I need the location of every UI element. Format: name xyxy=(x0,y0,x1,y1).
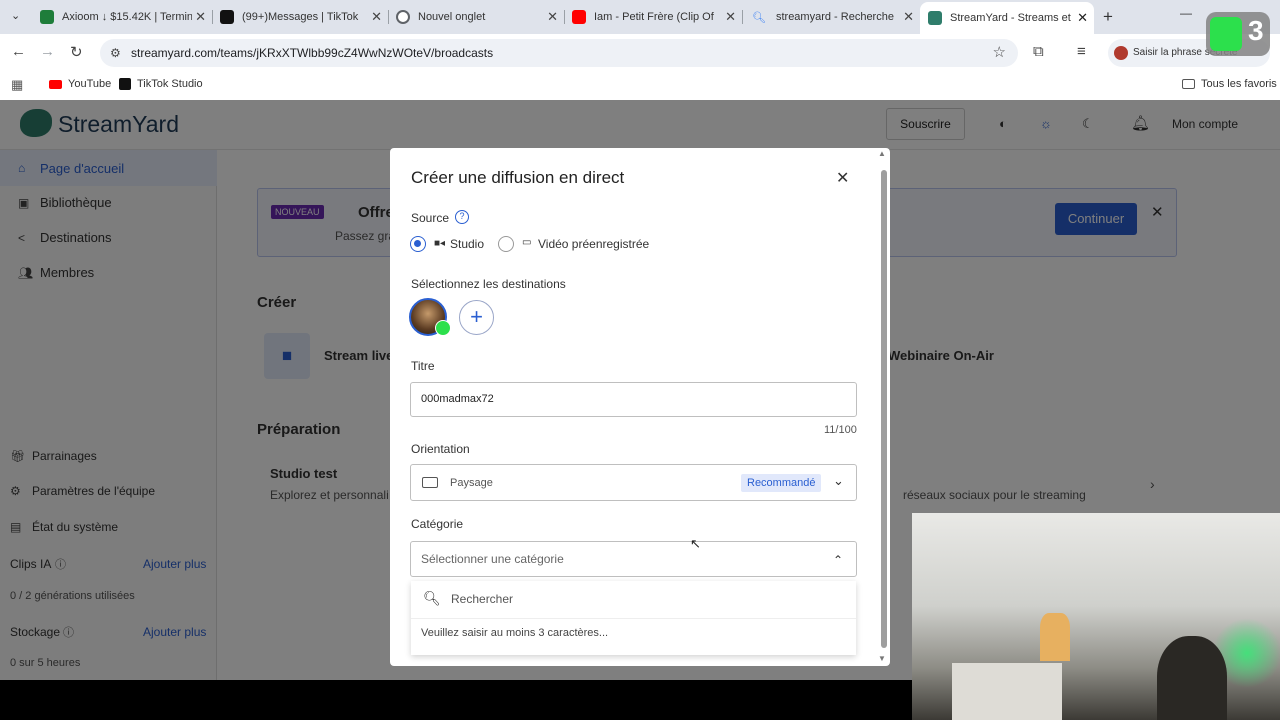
close-tab-icon[interactable]: ✕ xyxy=(1077,10,1088,26)
tab-search-streamyard[interactable]: 🔍︎ streamyard - Recherche ✕ xyxy=(744,4,920,30)
youtube-icon xyxy=(49,79,62,89)
tab-title: streamyard - Recherche xyxy=(775,11,894,23)
tiktok-favicon-icon xyxy=(220,10,234,24)
category-placeholder: Sélectionner une catégorie xyxy=(421,552,564,566)
title-input[interactable]: 000madmax72 xyxy=(410,382,857,417)
category-label: Catégorie xyxy=(411,517,464,531)
divider xyxy=(411,618,856,619)
recommended-badge: Recommandé xyxy=(741,474,822,492)
title-label: Titre xyxy=(411,359,435,373)
bookmark-tiktok-studio[interactable]: TikTok Studio xyxy=(119,78,203,90)
browser-toolbar: ← → ↻ ⚙ streamyard.com/teams/jKRxXTWlbb9… xyxy=(0,34,1280,72)
browser-tab-bar: ⌄ Axioom ↓ $15.42K | Termin ✕ (99+)Messa… xyxy=(0,0,1280,56)
tiktok-icon xyxy=(119,78,131,90)
chevron-down-icon: ⌄ xyxy=(833,473,844,488)
reload-icon[interactable]: ↻ xyxy=(70,43,83,61)
chevron-up-icon: ⌃ xyxy=(833,553,844,567)
close-tab-icon[interactable]: ✕ xyxy=(547,9,558,25)
back-arrow-icon[interactable]: ← xyxy=(11,43,26,60)
bookmark-label: YouTube xyxy=(68,78,112,90)
all-bookmarks-label: Tous les favoris xyxy=(1201,78,1277,90)
site-settings-icon[interactable]: ⚙ xyxy=(110,39,121,67)
tab-tiktok[interactable]: (99+)Messages | TikTok ✕ xyxy=(212,4,388,30)
dialog-title: Créer une diffusion en direct xyxy=(411,168,625,187)
streamyard-favicon-icon xyxy=(928,11,942,25)
close-tab-icon[interactable]: ✕ xyxy=(371,9,382,25)
extensions-icon[interactable]: ⧉ xyxy=(1033,43,1044,60)
overlay-k-badge: 3 xyxy=(1206,12,1270,56)
category-dropdown: 🔍︎ Rechercher Veuillez saisir au moins 3… xyxy=(411,581,856,655)
minimize-window-icon[interactable]: — xyxy=(1180,6,1192,20)
bookmarks-bar: ▦ YouTube TikTok Studio Tous les favoris xyxy=(0,72,1280,100)
orientation-value: Paysage xyxy=(450,477,493,489)
close-tab-icon[interactable]: ✕ xyxy=(903,9,914,25)
mouse-cursor-icon: ↖ xyxy=(690,536,701,551)
tab-youtube-iam[interactable]: Iam - Petit Frère (Clip Offic ✕ xyxy=(564,4,742,30)
destination-avatar[interactable] xyxy=(409,298,451,336)
help-circle-icon[interactable]: ? xyxy=(455,210,469,224)
create-broadcast-dialog: Créer une diffusion en direct ✕ Source ?… xyxy=(390,148,890,666)
address-url: streamyard.com/teams/jKRxXTWlbb99cZ4WwNz… xyxy=(131,46,494,60)
overlay-badge-number: 3 xyxy=(1248,15,1264,46)
source-studio-label[interactable]: Studio xyxy=(450,237,484,251)
bookmark-label: TikTok Studio xyxy=(137,78,203,90)
landscape-icon xyxy=(422,477,438,488)
destinations-label: Sélectionnez les destinations xyxy=(411,277,566,291)
source-label: Source xyxy=(411,211,450,225)
address-bar[interactable]: ⚙ streamyard.com/teams/jKRxXTWlbb99cZ4Ww… xyxy=(100,39,1018,67)
add-destination-button[interactable]: + xyxy=(459,300,494,335)
close-tab-icon[interactable]: ✕ xyxy=(195,9,206,25)
category-search-input[interactable]: Rechercher xyxy=(451,592,513,606)
tab-new-tab[interactable]: Nouvel onglet ✕ xyxy=(388,4,564,30)
all-bookmarks[interactable]: Tous les favoris xyxy=(1182,78,1277,90)
k-badge-icon xyxy=(435,320,451,336)
tab-title: StreamYard - Streams et er xyxy=(950,12,1072,24)
webcam-lamp xyxy=(1040,613,1070,661)
search-favicon-icon: 🔍︎ xyxy=(752,11,766,24)
avatar xyxy=(1114,46,1128,60)
tab-title: Nouvel onglet xyxy=(418,11,486,23)
source-prerecorded-label[interactable]: Vidéo préenregistrée xyxy=(538,237,649,251)
axioom-favicon-icon xyxy=(40,10,54,24)
dialog-scrollbar[interactable] xyxy=(881,170,887,648)
youtube-favicon-icon xyxy=(572,10,586,24)
tab-title: (99+)Messages | TikTok xyxy=(242,11,359,23)
close-dialog-icon[interactable]: ✕ xyxy=(836,168,849,188)
tab-axioom[interactable]: Axioom ↓ $15.42K | Termin ✕ xyxy=(32,4,212,30)
webcam-person xyxy=(1157,636,1227,720)
category-select[interactable]: Sélectionner une catégorie ⌃ xyxy=(410,541,857,577)
webcam-box xyxy=(952,663,1062,720)
new-tab-plus-icon[interactable]: + xyxy=(1103,7,1113,27)
search-hint: Veuillez saisir au moins 3 caractères... xyxy=(421,627,609,639)
close-tab-icon[interactable]: ✕ xyxy=(725,9,736,25)
tab-streamyard-active[interactable]: StreamYard - Streams et er ✕ xyxy=(920,2,1094,34)
tab-list-chevron-icon[interactable]: ⌄ xyxy=(11,9,20,22)
source-studio-radio[interactable] xyxy=(410,236,426,252)
film-icon: ▭ xyxy=(522,237,532,248)
video-camera-icon: ■◂ xyxy=(434,238,446,249)
globe-favicon-icon xyxy=(396,10,410,24)
reading-list-icon[interactable]: ≡ xyxy=(1077,43,1086,60)
bookmark-star-icon[interactable]: ☆ xyxy=(993,39,1006,67)
orientation-label: Orientation xyxy=(411,442,470,456)
tab-title: Axioom ↓ $15.42K | Termin xyxy=(62,11,192,23)
orientation-select[interactable]: Paysage Recommandé ⌄ xyxy=(410,464,857,501)
title-char-counter: 11/100 xyxy=(824,424,857,436)
scroll-down-icon[interactable]: ▼ xyxy=(878,654,886,663)
apps-grid-icon[interactable]: ▦ xyxy=(11,77,23,93)
tab-title: Iam - Petit Frère (Clip Offic xyxy=(594,11,714,23)
webcam-overlay xyxy=(912,513,1280,720)
k-logo-icon xyxy=(1210,17,1242,51)
search-icon: 🔍︎ xyxy=(423,590,441,606)
source-prerecorded-radio[interactable] xyxy=(498,236,514,252)
scroll-up-icon[interactable]: ▲ xyxy=(878,149,886,158)
folder-icon xyxy=(1182,79,1195,89)
title-input-value: 000madmax72 xyxy=(421,393,494,405)
bookmark-youtube[interactable]: YouTube xyxy=(49,78,111,90)
forward-arrow-icon[interactable]: → xyxy=(40,43,55,60)
